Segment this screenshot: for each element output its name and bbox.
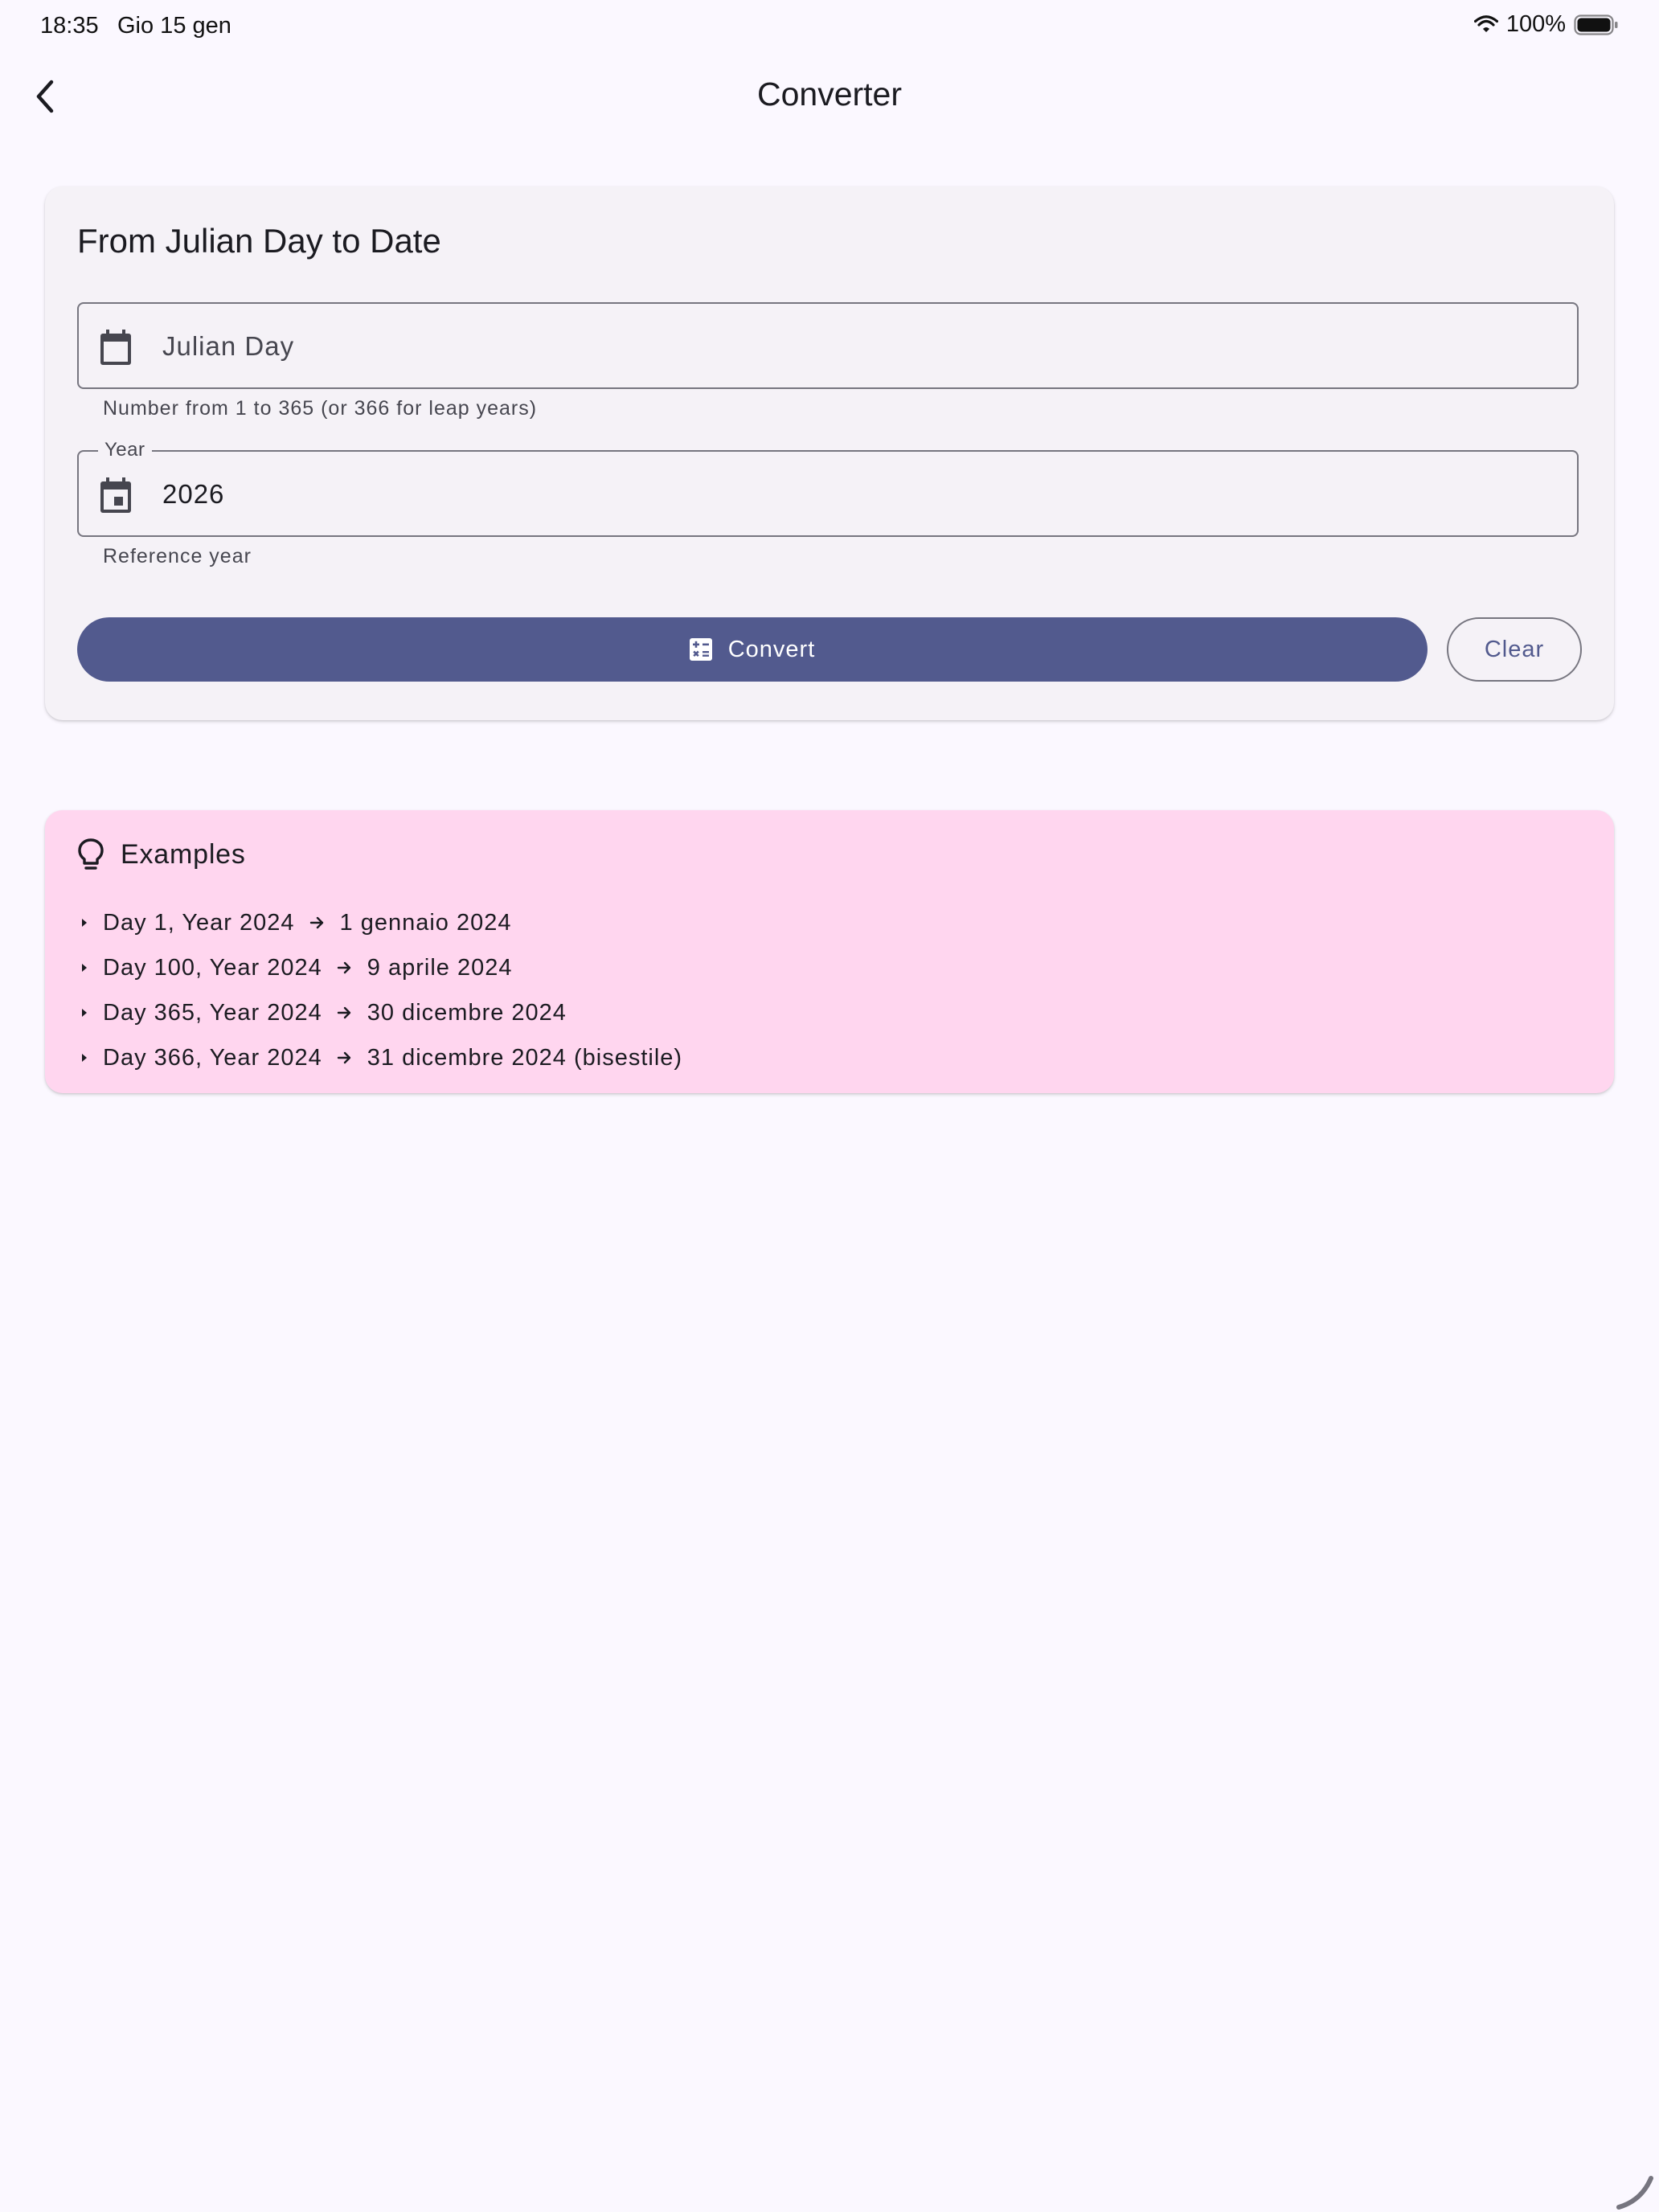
wifi-icon — [1473, 14, 1498, 32]
example-item: Day 365, Year 2024 30 dicembre 2024 — [77, 990, 682, 1035]
resize-handle-icon[interactable] — [1614, 2167, 1659, 2212]
year-helper: Reference year — [103, 545, 252, 567]
example-item: Day 1, Year 2024 1 gennaio 2024 — [77, 900, 682, 945]
caret-right-icon — [77, 917, 103, 928]
converter-title: From Julian Day to Date — [77, 222, 441, 260]
year-label: Year — [98, 439, 152, 461]
example-output: 31 dicembre 2024 (bisestile) — [367, 1044, 683, 1071]
year-input[interactable]: Year 2026 — [77, 439, 1579, 537]
examples-title: Examples — [121, 838, 246, 870]
status-date: Gio 15 gen — [117, 13, 231, 39]
calculate-icon — [689, 638, 712, 661]
caret-right-icon — [77, 1052, 103, 1063]
status-time: 18:35 — [40, 13, 99, 39]
example-input: Day 1, Year 2024 — [103, 909, 295, 936]
battery-percent: 100% — [1505, 11, 1566, 37]
convert-button[interactable]: Convert — [77, 617, 1428, 682]
year-value: 2026 — [162, 479, 225, 509]
example-output: 1 gennaio 2024 — [339, 909, 512, 936]
caret-right-icon — [77, 1007, 103, 1018]
examples-header: Examples — [77, 838, 246, 871]
clear-button[interactable]: Clear — [1447, 617, 1582, 682]
page-title: Converter — [756, 76, 902, 113]
example-output: 9 aprile 2024 — [367, 954, 513, 981]
battery-icon — [1574, 14, 1618, 35]
example-item: Day 100, Year 2024 9 aprile 2024 — [77, 945, 682, 990]
converter-card: From Julian Day to Date Julian Day Numbe… — [45, 186, 1614, 720]
status-indicators: 100% — [1473, 11, 1619, 38]
convert-label: Convert — [727, 636, 816, 662]
example-input: Day 100, Year 2024 — [103, 954, 322, 981]
arrow-right-icon — [337, 1051, 353, 1065]
julian-day-input[interactable]: Julian Day — [77, 302, 1579, 389]
examples-card: Examples Day 1, Year 2024 1 gennaio 2024… — [45, 810, 1614, 1093]
julian-day-helper: Number from 1 to 365 (or 366 for leap ye… — [103, 397, 538, 420]
caret-right-icon — [77, 962, 103, 973]
status-bar: 18:35 Gio 15 gen 100% — [0, 0, 1659, 51]
example-input: Day 365, Year 2024 — [103, 999, 322, 1026]
example-output: 30 dicembre 2024 — [367, 999, 567, 1026]
examples-list: Day 1, Year 2024 1 gennaio 2024 Day 100,… — [77, 900, 682, 1080]
calendar-icon — [100, 330, 131, 365]
clear-label: Clear — [1484, 636, 1545, 662]
julian-day-placeholder: Julian Day — [162, 331, 295, 361]
calendar-today-icon — [100, 477, 131, 513]
lightbulb-icon — [78, 838, 104, 870]
arrow-right-icon — [309, 916, 326, 930]
example-item: Day 366, Year 2024 31 dicembre 2024 (bis… — [77, 1035, 682, 1080]
arrow-right-icon — [337, 961, 353, 975]
arrow-right-icon — [337, 1006, 353, 1020]
example-input: Day 366, Year 2024 — [103, 1044, 322, 1071]
